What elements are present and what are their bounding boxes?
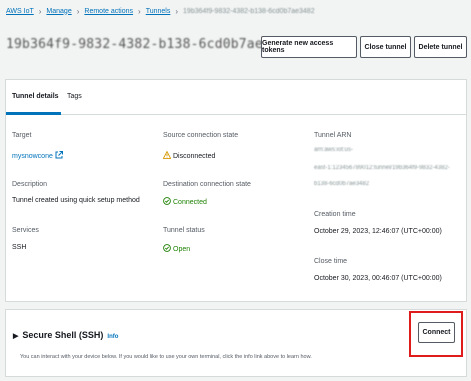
breadcrumb-current: 19b364f9-9832-4382-b138-6cd0b7ae3482 (183, 7, 315, 15)
chevron-right-icon: › (38, 6, 42, 16)
breadcrumb-aws-iot[interactable]: AWS IoT (6, 8, 34, 15)
chevron-right-icon: › (138, 6, 141, 16)
connect-button[interactable]: Connect (418, 322, 455, 343)
tab-tags[interactable]: Tags (67, 93, 82, 100)
warning-icon (163, 151, 171, 159)
services-value: SSH (12, 244, 27, 251)
target-label: Target (12, 132, 32, 139)
ssh-title: Secure Shell (SSH) (22, 330, 104, 340)
destination-state: Connected (163, 197, 207, 206)
caret-right-icon[interactable]: ▶ (13, 333, 18, 340)
info-link[interactable]: Info (107, 334, 118, 340)
breadcrumb-tunnels[interactable]: Tunnels (146, 8, 171, 15)
close-time-value: October 30, 2023, 00:46:07 (UTC+00:00) (314, 275, 442, 282)
ssh-section: ▶ Secure Shell (SSH) Info You can interact… (5, 309, 467, 377)
ssh-description: You can interact with your device below.… (20, 354, 312, 360)
tunnel-arn-line-3: b138-6cd0b7ae3482 (314, 181, 370, 187)
check-circle-icon (163, 244, 171, 252)
breadcrumb-manage[interactable]: Manage (46, 8, 71, 15)
services-label: Services (12, 227, 39, 234)
close-tunnel-button[interactable]: Close tunnel (360, 36, 411, 58)
chevron-right-icon: › (175, 6, 179, 16)
description-label: Description (12, 181, 48, 188)
external-link-icon (55, 151, 63, 159)
target-value[interactable]: mysnowcone (12, 153, 53, 160)
description-value: Tunnel created using quick setup method (12, 197, 140, 204)
active-tab-indicator (6, 112, 61, 115)
tunnel-details-card: Tunnel details Tags Target mysnowcone De… (5, 79, 467, 302)
ssh-header[interactable]: ▶ Secure Shell (SSH) Info (13, 330, 118, 340)
tunnel-status-value: Open (173, 246, 191, 253)
delete-tunnel-button[interactable]: Delete tunnel (414, 36, 467, 58)
destination-state-value: Connected (173, 199, 207, 206)
tunnel-arn-line-1: arn:aws:iot:us- (314, 147, 354, 153)
tunnel-arn-line-2: east-1:123456789012:tunnel/19b364f9-9832… (314, 165, 450, 171)
creation-time-label: Creation time (314, 211, 356, 218)
breadcrumb-remote-actions[interactable]: Remote actions (84, 8, 133, 15)
breadcrumb: AWS IoT › Manage › Remote actions › Tunn… (6, 5, 315, 17)
tunnel-status: Open (163, 244, 190, 253)
check-circle-icon (163, 197, 171, 205)
source-state-label: Source connection state (163, 132, 239, 139)
creation-time-value: October 29, 2023, 12:46:07 (UTC+00:00) (314, 228, 442, 235)
tab-bar: Tunnel details Tags (6, 80, 466, 115)
target-link[interactable]: mysnowcone (12, 151, 63, 160)
tunnel-status-label: Tunnel status (163, 227, 205, 234)
generate-tokens-button[interactable]: Generate new access tokens (261, 36, 357, 58)
page-title: 19b364f9-9832-4382-b138-6cd0b7ae3482 (6, 37, 295, 52)
tab-tunnel-details[interactable]: Tunnel details (12, 93, 59, 100)
source-state-value: Disconnected (173, 153, 216, 160)
close-time-label: Close time (314, 258, 348, 265)
chevron-right-icon: › (76, 6, 80, 16)
source-state: Disconnected (163, 151, 215, 160)
destination-state-label: Destination connection state (163, 181, 251, 188)
tunnel-arn-label: Tunnel ARN (314, 132, 352, 139)
